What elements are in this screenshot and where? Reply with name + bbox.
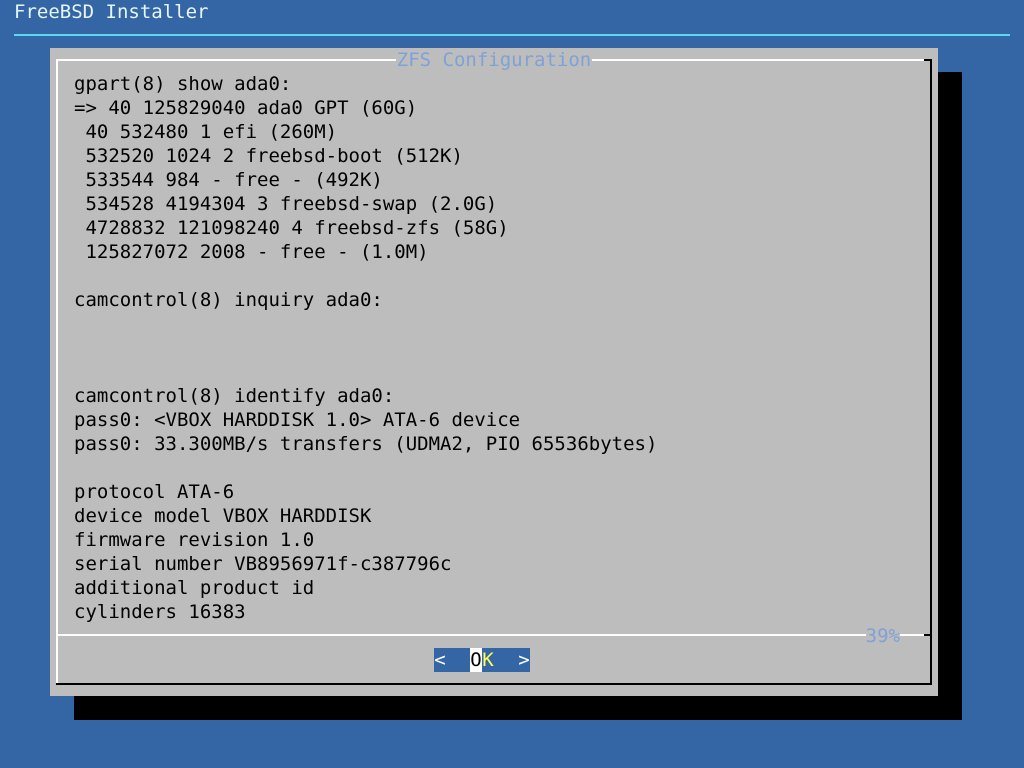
ok-button-label-rest: K: [482, 649, 494, 671]
ok-button-right-bracket: >: [518, 649, 530, 671]
dialog-text-line: 534528 4194304 3 freebsd-swap (2.0G): [74, 193, 498, 215]
frame-left-border: [56, 59, 58, 685]
dialog-text-line: cylinders 16383: [74, 601, 246, 623]
dialog-text-line: 4728832 121098240 4 freebsd-zfs (58G): [74, 217, 509, 239]
button-separator-end: [924, 634, 932, 636]
dialog-text-line: protocol ATA-6: [74, 481, 235, 503]
dialog-text-line: [74, 360, 914, 384]
dialog-text-line: 40 532480 1 efi (260M): [74, 121, 338, 143]
dialog-text-line: firmware revision 1.0: [74, 529, 315, 551]
frame-top-border: [56, 59, 930, 61]
ok-button-hotkey: O: [470, 648, 482, 672]
ok-button[interactable]: < O K >: [434, 648, 530, 672]
dialog-text-line: pass0: 33.300MB/s transfers (UDMA2, PIO …: [74, 433, 658, 455]
dialog-text-line: [74, 336, 914, 360]
dialog-text-line: pass0: <VBOX HARDDISK 1.0> ATA-6 device: [74, 409, 521, 431]
backtitle-rule: [14, 34, 1010, 36]
zfs-configuration-dialog: ZFS Configuration gpart(8) show ada0: => …: [50, 48, 938, 696]
dialog-text-line: device model VBOX HARDDISK: [74, 505, 372, 527]
dialog-text-line: camcontrol(8) inquiry ada0:: [74, 289, 383, 311]
dialog-text-line: additional product id: [74, 577, 315, 599]
installer-screen: FreeBSD Installer ZFS Configuration gpar…: [0, 0, 1024, 768]
scroll-percent: 39%: [865, 624, 900, 648]
dialog-text-line: 533544 984 - free - (492K): [74, 169, 383, 191]
dialog-text-line: [74, 456, 914, 480]
dialog-text-area[interactable]: gpart(8) show ada0: => 40 125829040 ada0 …: [74, 72, 914, 636]
dialog-text-line: [74, 312, 914, 336]
dialog-text-line: camcontrol(8) identify ada0:: [74, 385, 395, 407]
backtitle: FreeBSD Installer: [14, 1, 209, 23]
dialog-text-line: serial number VB8956971f-c387796c: [74, 553, 452, 575]
dialog-text-line: gpart(8) show ada0:: [74, 73, 292, 95]
frame-top-right-corner: [924, 59, 932, 61]
dialog-text-line: => 40 125829040 ada0 GPT (60G): [74, 97, 418, 119]
dialog-text-line: 532520 1024 2 freebsd-boot (512K): [74, 145, 463, 167]
frame-bottom-border: [56, 683, 932, 685]
dialog-text-line: 125827072 2008 - free - (1.0M): [74, 241, 429, 263]
dialog-text-line: [74, 264, 914, 288]
frame-right-border: [930, 59, 932, 685]
ok-button-left-bracket: <: [434, 649, 446, 671]
